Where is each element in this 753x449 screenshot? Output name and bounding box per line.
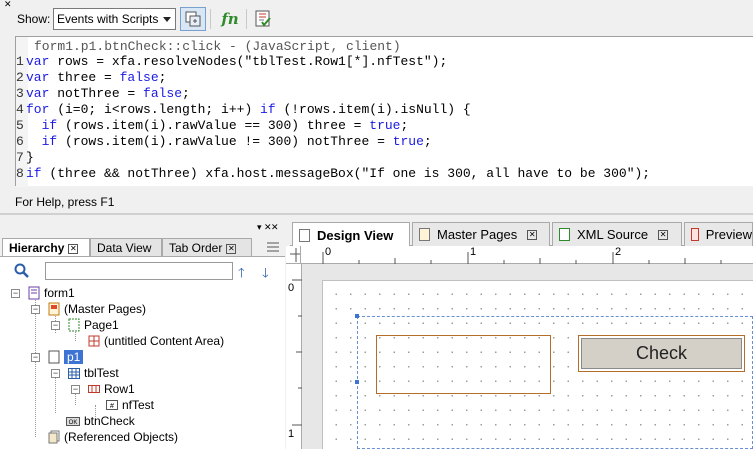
code-line[interactable]: 4 for (i=0; i<rows.length; i++) if (!rows… (16, 102, 471, 118)
code-line[interactable]: 3 var notThree = false; (16, 86, 190, 102)
toolbar-divider (246, 9, 247, 29)
tree-node-referenced-objects[interactable]: (Referenced Objects) (48, 429, 178, 445)
page-icon (299, 228, 310, 242)
code-line[interactable]: 7} (16, 150, 34, 166)
collapse-toggle[interactable]: − (31, 353, 40, 362)
tree-node-p1[interactable]: p1 (48, 349, 84, 365)
panel-menu-icon[interactable]: ✕ (271, 222, 279, 233)
tab-hierarchy[interactable]: Hierarchy ✕ (2, 238, 90, 257)
toolbar-divider (210, 9, 211, 29)
code-line[interactable]: 1 var rows = xfa.resolveNodes("tblTest.Ro… (16, 54, 447, 70)
ruler-label: 0 (325, 246, 332, 258)
status-bar-text: For Help, press F1 (15, 195, 115, 209)
script-editor[interactable]: form1.p1.btnCheck::click - (JavaScript, … (15, 36, 753, 187)
tab-master-pages[interactable]: Master Pages ✕ (412, 222, 550, 246)
referenced-objects-icon (48, 430, 60, 444)
collapse-toggle[interactable]: − (51, 321, 60, 330)
svg-text:#: # (110, 403, 114, 410)
ruler-label: 2 (615, 246, 622, 258)
hierarchy-search-input[interactable] (45, 262, 233, 280)
ruler-label: 0 (288, 282, 295, 294)
show-events-dropdown[interactable]: Events with Scripts (53, 8, 176, 30)
script-toolbar: ✕ Show: Events with Scripts fn (0, 0, 753, 36)
function-icon: fn (221, 10, 239, 28)
check-button-caption: Check (581, 338, 742, 369)
table-row-icon (88, 382, 100, 396)
left-panel-tabs: Hierarchy ✕ Data View Tab Order ✕ (0, 238, 285, 257)
tree-node-nftest[interactable]: # nfTest (106, 397, 154, 413)
panel-options-icon[interactable] (266, 241, 280, 253)
pdf-icon (691, 228, 699, 241)
tree-node-form1[interactable]: form1 (28, 285, 75, 301)
page-icon (48, 350, 60, 364)
table-tbltest[interactable] (376, 335, 551, 394)
code-line[interactable]: 8 if (three && notThree) xfa.host.message… (16, 166, 650, 182)
close-icon[interactable]: ✕ (527, 229, 538, 240)
xml-icon (559, 228, 570, 241)
close-icon[interactable]: ✕ (658, 229, 669, 240)
tree-node-page1[interactable]: Page1 (68, 317, 119, 333)
resize-handle[interactable] (355, 380, 359, 384)
tree-node-btncheck[interactable]: OK btnCheck (66, 413, 135, 429)
form-icon (28, 286, 40, 300)
panel-menu-icon[interactable]: ▾ ✕ (257, 222, 272, 233)
collapse-toggle[interactable]: − (11, 289, 20, 298)
checklist-icon (255, 10, 271, 27)
tab-design-view[interactable]: Design View (292, 222, 410, 247)
splitter[interactable] (0, 213, 753, 215)
tab-preview-pdf[interactable]: Preview (684, 222, 753, 246)
resize-handle[interactable] (355, 314, 359, 318)
arrow-down-icon[interactable]: 🡓 (262, 264, 269, 286)
ruler-label: 1 (288, 428, 295, 440)
page-icon (419, 228, 430, 241)
stacked-windows-icon (185, 11, 201, 27)
chevron-down-icon (163, 17, 171, 22)
horizontal-ruler: 0 1 2 (301, 246, 753, 264)
content-area-icon (88, 334, 100, 348)
code-line[interactable]: 2 var three = false; (16, 70, 166, 86)
tree-node-row1[interactable]: Row1 (88, 381, 135, 397)
numeric-field-icon: # (106, 398, 118, 412)
design-tabs: Design View Master Pages ✕ XML Source ✕ Pr… (290, 222, 753, 247)
tree-node-master-pages[interactable]: (Master Pages) (48, 301, 146, 317)
search-icon[interactable] (14, 263, 30, 282)
tab-xml-source[interactable]: XML Source ✕ (552, 222, 682, 246)
master-pages-icon (48, 302, 60, 316)
multiline-view-button[interactable] (180, 7, 206, 31)
check-button[interactable]: Check (578, 335, 745, 372)
tab-tab-order[interactable]: Tab Order ✕ (162, 238, 252, 256)
collapse-toggle[interactable]: − (31, 305, 40, 314)
svg-text:OK: OK (69, 420, 78, 426)
tree-node-tbltest[interactable]: tblTest (68, 365, 119, 381)
functions-button[interactable]: fn (217, 7, 243, 31)
hierarchy-panel: 🡑 🡓 − form1 − (Master Pages) − Page1 (un… (0, 256, 285, 449)
tab-data-view[interactable]: Data View (90, 238, 162, 256)
ruler-label: 1 (470, 246, 477, 258)
close-icon[interactable]: ✕ (226, 243, 237, 254)
collapse-toggle[interactable]: − (71, 385, 80, 394)
close-icon[interactable]: ✕ (4, 0, 12, 9)
show-label: Show: (17, 12, 51, 26)
button-icon: OK (66, 414, 80, 428)
arrow-up-icon[interactable]: 🡑 (238, 264, 245, 286)
code-line[interactable]: 6 if (rows.item(i).rawValue != 300) notT… (16, 134, 432, 150)
ruler-corner (286, 246, 301, 264)
code-line[interactable]: 5 if (rows.item(i).rawValue == 300) thre… (16, 118, 408, 134)
collapse-toggle[interactable]: − (51, 369, 60, 378)
vertical-ruler: 0 1 (286, 264, 302, 449)
show-events-value: Events with Scripts (57, 12, 159, 26)
page-icon (68, 318, 80, 332)
check-script-syntax-button[interactable] (250, 7, 276, 31)
script-header: form1.p1.btnCheck::click - (JavaScript, … (34, 39, 401, 54)
tree-node-content-area[interactable]: (untitled Content Area) (88, 333, 224, 349)
close-icon[interactable]: ✕ (68, 243, 79, 254)
table-icon (68, 366, 80, 380)
